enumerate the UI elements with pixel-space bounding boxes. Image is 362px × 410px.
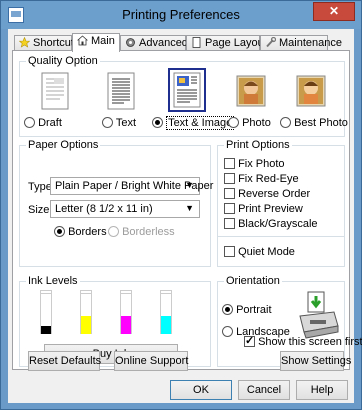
show-screen-first-option[interactable]: Show this screen first bbox=[244, 334, 362, 348]
paper-size-value: Letter (8 1/2 x 11 in) bbox=[55, 203, 153, 215]
text-and-image-label: Text & Image bbox=[166, 116, 235, 130]
close-button[interactable]: ✕ bbox=[313, 2, 355, 21]
best-photo-preview-icon[interactable] bbox=[296, 72, 332, 110]
portrait-option[interactable]: Portrait bbox=[222, 304, 272, 316]
draft-radio[interactable] bbox=[24, 117, 35, 128]
ink-cartridge-black bbox=[40, 290, 52, 334]
fix-photo-checkbox[interactable] bbox=[224, 158, 235, 169]
chevron-down-icon: ▼ bbox=[185, 180, 194, 190]
print-options-legend: Print Options bbox=[224, 139, 292, 151]
black-grayscale-label: Black/Grayscale bbox=[238, 218, 318, 230]
fix-red-eye-checkbox[interactable] bbox=[224, 173, 235, 184]
quiet-mode-checkbox[interactable] bbox=[224, 246, 235, 257]
tab-main-label: Main bbox=[91, 35, 115, 47]
black-grayscale-option[interactable]: Black/Grayscale bbox=[224, 218, 318, 230]
print-preview-checkbox[interactable] bbox=[224, 203, 235, 214]
home-icon bbox=[76, 35, 89, 46]
text-and-image-radio[interactable] bbox=[152, 117, 163, 128]
tab-advanced-label: Advanced bbox=[139, 37, 188, 49]
ok-button[interactable]: OK bbox=[170, 380, 232, 400]
quiet-mode-option[interactable]: Quiet Mode bbox=[224, 246, 295, 258]
window-title: Printing Preferences bbox=[122, 7, 240, 22]
title-bar[interactable]: Printing Preferences ✕ bbox=[1, 1, 361, 29]
cancel-button[interactable]: Cancel bbox=[238, 380, 290, 400]
borders-label: Borders bbox=[68, 226, 107, 238]
photo-radio[interactable] bbox=[228, 117, 239, 128]
paper-options-legend: Paper Options bbox=[26, 139, 101, 151]
help-button[interactable]: Help bbox=[296, 380, 348, 400]
print-preview-label: Print Preview bbox=[238, 203, 303, 215]
paper-size-select[interactable]: Letter (8 1/2 x 11 in) ▼ bbox=[50, 200, 200, 218]
paper-options-group: Paper Options Type Plain Paper / Bright … bbox=[19, 139, 213, 267]
orientation-legend: Orientation bbox=[224, 275, 282, 287]
tab-bar: Shortcuts Main Advanced Page Layout Main… bbox=[12, 33, 352, 52]
print-options-group: Print Options Fix Photo Fix Red-Eye Reve… bbox=[217, 139, 345, 267]
borderless-label: Borderless bbox=[122, 226, 175, 238]
fix-photo-label: Fix Photo bbox=[238, 158, 285, 170]
portrait-label: Portrait bbox=[236, 304, 272, 316]
black-grayscale-checkbox[interactable] bbox=[224, 218, 235, 229]
borders-option[interactable]: Borders bbox=[54, 226, 107, 238]
landscape-radio[interactable] bbox=[222, 326, 233, 337]
show-screen-first-label: Show this screen first bbox=[258, 336, 362, 348]
wrench-icon bbox=[265, 36, 277, 48]
reverse-order-option[interactable]: Reverse Order bbox=[224, 188, 310, 200]
quiet-mode-label: Quiet Mode bbox=[238, 246, 295, 258]
gear-icon bbox=[125, 37, 136, 48]
quality-option-legend: Quality Option bbox=[26, 55, 100, 67]
show-screen-first-checkbox[interactable] bbox=[244, 334, 255, 347]
ink-cartridge-yellow bbox=[80, 290, 92, 334]
photo-option[interactable]: Photo bbox=[228, 117, 271, 129]
draft-option[interactable]: Draft bbox=[24, 117, 62, 129]
borderless-radio[interactable] bbox=[108, 226, 119, 237]
best-photo-radio[interactable] bbox=[280, 117, 291, 128]
dialog-client: Shortcuts Main Advanced Page Layout Main… bbox=[8, 29, 362, 403]
best-photo-option[interactable]: Best Photo bbox=[280, 117, 348, 129]
tab-maintenance[interactable]: Maintenance bbox=[260, 35, 342, 51]
main-tab-panel: Quality Option Draft Text Text & Image P… bbox=[12, 50, 350, 370]
text-option[interactable]: Text bbox=[102, 117, 136, 129]
print-options-divider bbox=[218, 236, 344, 237]
tab-advanced[interactable]: Advanced bbox=[120, 35, 188, 51]
draft-preview-icon[interactable] bbox=[40, 72, 76, 110]
photo-preview-icon[interactable] bbox=[236, 72, 272, 110]
ink-cartridge-magenta bbox=[120, 290, 132, 334]
star-icon bbox=[18, 36, 31, 48]
reset-defaults-button[interactable]: Reset Defaults bbox=[28, 351, 101, 371]
reverse-order-label: Reverse Order bbox=[238, 188, 311, 200]
paper-type-select[interactable]: Plain Paper / Bright White Paper ▼ bbox=[50, 177, 213, 195]
reverse-order-checkbox[interactable] bbox=[224, 188, 235, 199]
fix-red-eye-option[interactable]: Fix Red-Eye bbox=[224, 173, 299, 185]
tab-page-layout-label: Page Layout bbox=[205, 37, 267, 49]
printing-preferences-window: Printing Preferences ✕ Shortcuts Main Ad… bbox=[0, 0, 362, 410]
type-label: Type bbox=[28, 181, 52, 193]
fix-photo-option[interactable]: Fix Photo bbox=[224, 158, 285, 170]
text-and-image-preview-icon[interactable] bbox=[168, 68, 206, 112]
photo-label: Photo bbox=[242, 117, 271, 129]
borders-radio[interactable] bbox=[54, 226, 65, 237]
quality-option-group: Quality Option Draft Text Text & Image P… bbox=[19, 55, 348, 137]
online-support-button[interactable]: Online Support bbox=[114, 351, 188, 371]
portrait-radio[interactable] bbox=[222, 304, 233, 315]
chevron-down-icon: ▼ bbox=[185, 203, 194, 213]
text-radio[interactable] bbox=[102, 117, 113, 128]
size-label: Size bbox=[28, 204, 50, 216]
text-and-image-option[interactable]: Text & Image bbox=[152, 116, 235, 130]
print-preview-option[interactable]: Print Preview bbox=[224, 203, 303, 215]
text-label: Text bbox=[115, 117, 137, 129]
tab-main[interactable]: Main bbox=[72, 33, 120, 52]
fix-red-eye-label: Fix Red-Eye bbox=[238, 173, 299, 185]
tab-page-layout[interactable]: Page Layout bbox=[186, 35, 267, 51]
best-photo-label: Best Photo bbox=[294, 117, 348, 129]
show-settings-button[interactable]: Show Settings bbox=[280, 351, 351, 371]
tab-shortcuts[interactable]: Shortcuts bbox=[14, 35, 79, 51]
page-icon bbox=[191, 37, 202, 48]
draft-label: Draft bbox=[38, 117, 62, 129]
tab-maintenance-label: Maintenance bbox=[279, 37, 342, 49]
borderless-option[interactable]: Borderless bbox=[108, 226, 175, 238]
text-preview-icon[interactable] bbox=[106, 72, 142, 110]
ink-cartridge-cyan bbox=[160, 290, 172, 334]
ink-levels-legend: Ink Levels bbox=[26, 275, 80, 287]
